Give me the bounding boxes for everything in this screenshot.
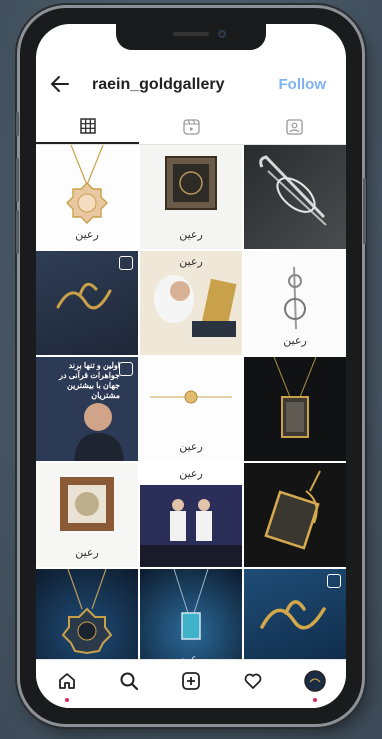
- nav-activity[interactable]: [222, 660, 284, 702]
- gold-pin-image: [264, 470, 321, 550]
- post-thumbnail[interactable]: اولین و تنها برند جواهرات قرآنی در جهان …: [36, 357, 138, 461]
- volume-up-button: [16, 158, 19, 202]
- home-icon: [59, 673, 75, 689]
- notification-dot: [313, 698, 317, 702]
- brand-watermark: رعین: [179, 440, 203, 453]
- brand-watermark: رعین: [179, 467, 203, 480]
- post-thumbnail[interactable]: رعین: [244, 251, 346, 355]
- gold-pendant-image: [273, 357, 317, 438]
- brand-watermark: رعین: [283, 334, 307, 347]
- post-thumbnail[interactable]: [244, 357, 346, 461]
- notch: [116, 24, 266, 50]
- posts-grid: رعین رعین رعین رعین اولین و تنها برند جو…: [36, 145, 346, 673]
- speaker-grille: [173, 32, 209, 36]
- heart-icon: [244, 673, 262, 689]
- post-thumbnail[interactable]: [36, 251, 138, 355]
- post-thumbnail[interactable]: [244, 463, 346, 567]
- post-thumbnail[interactable]: [36, 569, 138, 673]
- back-arrow-icon[interactable]: [48, 72, 72, 96]
- reel-badge-icon: [119, 256, 133, 270]
- tab-tagged[interactable]: [243, 110, 346, 143]
- post-thumbnail[interactable]: رعین: [140, 357, 242, 461]
- profile-header: raein_goldgallery Follow: [36, 64, 346, 104]
- brand-watermark: رعین: [179, 228, 203, 241]
- carousel-badge-icon: [327, 574, 341, 588]
- nav-profile[interactable]: [284, 660, 346, 702]
- reels-icon: [183, 118, 200, 135]
- tab-posts-grid[interactable]: [36, 110, 139, 144]
- brand-watermark: رعین: [179, 255, 203, 268]
- profile-avatar: [304, 670, 326, 692]
- post-thumbnail[interactable]: رعین: [140, 463, 242, 567]
- carousel-badge-icon: [119, 362, 133, 376]
- post-thumbnail[interactable]: رعین: [140, 251, 242, 355]
- tagged-icon: [286, 118, 303, 135]
- mute-switch: [16, 112, 19, 136]
- grid-icon: [79, 118, 96, 134]
- blue-pendant-image: [61, 569, 113, 655]
- silver-pin-image: [259, 155, 327, 226]
- post-thumbnail[interactable]: رعین: [140, 145, 242, 249]
- power-button: [363, 178, 366, 244]
- post-thumbnail[interactable]: رعین: [140, 569, 242, 673]
- nav-create[interactable]: [160, 660, 222, 702]
- post-thumbnail[interactable]: [244, 569, 346, 673]
- create-icon: [182, 672, 200, 690]
- post-thumbnail[interactable]: [244, 145, 346, 249]
- post-thumbnail[interactable]: رعین: [36, 463, 138, 567]
- phone-frame: raein_goldgallery Follow رعین رعین رعین …: [16, 8, 366, 724]
- search-icon: [120, 672, 139, 691]
- bottom-navigation: [36, 659, 346, 708]
- nav-home[interactable]: [36, 660, 98, 702]
- username: raein_goldgallery: [92, 76, 225, 93]
- post-thumbnail[interactable]: رعین: [36, 145, 138, 249]
- volume-down-button: [16, 210, 19, 254]
- notification-dot: [65, 698, 69, 702]
- phone-screen: raein_goldgallery Follow رعین رعین رعین …: [36, 24, 346, 708]
- front-camera: [218, 30, 226, 38]
- tab-reels[interactable]: [140, 110, 243, 143]
- brand-watermark: رعین: [75, 228, 99, 241]
- brand-watermark: رعین: [75, 546, 99, 559]
- follow-button[interactable]: Follow: [279, 76, 327, 93]
- nav-search[interactable]: [98, 660, 160, 702]
- profile-tabs: [36, 110, 346, 145]
